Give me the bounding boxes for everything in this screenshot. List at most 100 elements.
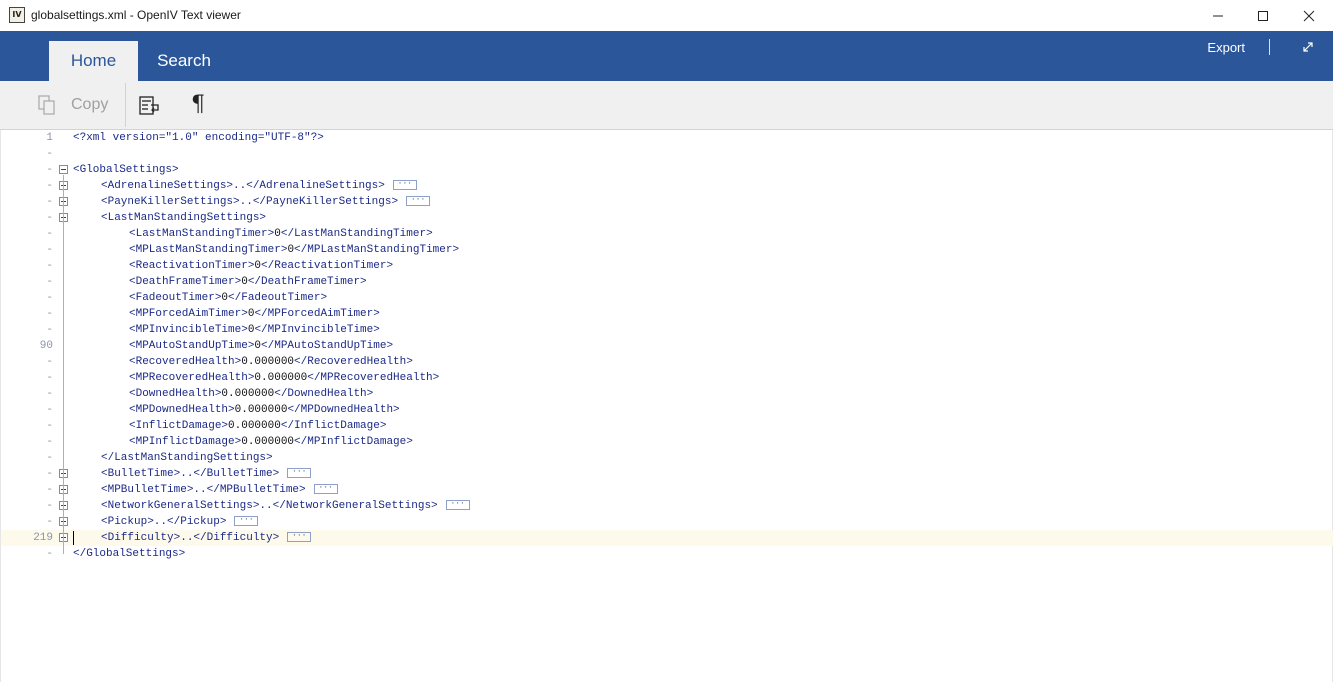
code-line[interactable]: - <LastManStandingSettings> xyxy=(1,210,1333,226)
xml-tag: </MPInflictDamage> xyxy=(294,436,413,448)
element-value: 0.000000 xyxy=(241,356,295,368)
xml-tag: <Pickup>..</Pickup> xyxy=(101,516,227,528)
code-line[interactable]: - <RecoveredHealth>0.000000</RecoveredHea… xyxy=(1,354,1333,370)
collapsed-content-marker[interactable]: ··· xyxy=(287,468,312,479)
code-line[interactable]: - <NetworkGeneralSettings>..</NetworkGene… xyxy=(1,498,1333,514)
code-line[interactable]: 219 <Difficulty>..</Difficulty> ··· xyxy=(1,530,1333,546)
xml-tag: </DeathFrameTimer> xyxy=(247,276,367,288)
xml-tag: </DownedHealth> xyxy=(274,388,374,400)
xml-tag: </MPAutoStandUpTime> xyxy=(261,340,394,352)
close-button[interactable] xyxy=(1286,0,1332,31)
code-line[interactable]: - <GlobalSettings> xyxy=(1,162,1333,178)
minimize-icon xyxy=(1213,15,1223,16)
collapsed-content-marker[interactable]: ··· xyxy=(392,180,417,191)
copy-label: Copy xyxy=(71,96,109,113)
code-line[interactable]: - <MPBulletTime>..</MPBulletTime> ··· xyxy=(1,482,1333,498)
code-text: <Pickup>..</Pickup> ··· xyxy=(101,514,259,530)
word-wrap-icon[interactable] xyxy=(137,93,161,117)
code-line[interactable]: - <ReactivationTimer>0</ReactivationTimer… xyxy=(1,258,1333,274)
show-whitespace-button[interactable]: ¶ xyxy=(187,91,209,119)
code-text: <MPRecoveredHealth>0.000000</MPRecovered… xyxy=(129,370,439,386)
code-text: <DeathFrameTimer>0</DeathFrameTimer> xyxy=(129,274,367,290)
xml-tag: <ReactivationTimer> xyxy=(129,260,255,272)
element-value: 0.000000 xyxy=(234,404,288,416)
copy-icon xyxy=(38,95,55,115)
line-number: - xyxy=(46,292,53,304)
xml-tag: <PayneKillerSettings>..</PayneKillerSett… xyxy=(101,196,399,208)
xml-tag: </MPLastManStandingTimer> xyxy=(294,244,460,256)
xml-tag: <BulletTime>..</BulletTime> xyxy=(101,468,280,480)
maximize-button[interactable] xyxy=(1240,0,1286,31)
collapsed-content-marker[interactable]: ··· xyxy=(313,484,338,495)
line-number: 1 xyxy=(46,132,53,144)
element-value: 0.000000 xyxy=(228,420,281,432)
code-line[interactable]: - </LastManStandingSettings> xyxy=(1,450,1333,466)
copy-button[interactable]: Copy xyxy=(37,92,108,118)
code-line[interactable]: - <AdrenalineSettings>..</AdrenalineSetti… xyxy=(1,178,1333,194)
tab-home[interactable]: Home xyxy=(49,41,138,81)
code-line[interactable]: - <MPRecoveredHealth>0.000000</MPRecovere… xyxy=(1,370,1333,386)
code-text: <InflictDamage>0.000000</InflictDamage> xyxy=(129,418,386,434)
code-text: <?xml version="1.0" encoding="UTF-8"?> xyxy=(73,130,324,146)
line-number: - xyxy=(46,484,53,496)
line-number: 219 xyxy=(33,532,53,544)
code-line[interactable]: 1 <?xml version="1.0" encoding="UTF-8"?> xyxy=(1,130,1333,146)
code-text: <MPDownedHealth>0.000000</MPDownedHealth… xyxy=(129,402,400,418)
code-line[interactable]: - <LastManStandingTimer>0</LastManStandin… xyxy=(1,226,1333,242)
tab-search[interactable]: Search xyxy=(145,41,223,81)
xml-tag: </InflictDamage> xyxy=(280,420,387,432)
toolbar-divider xyxy=(125,83,126,127)
code-line[interactable]: - <PayneKillerSettings>..</PayneKillerSet… xyxy=(1,194,1333,210)
collapsed-content-marker[interactable]: ··· xyxy=(406,196,431,207)
code-line[interactable]: - <MPDownedHealth>0.000000</MPDownedHealt… xyxy=(1,402,1333,418)
xml-tag: <MPAutoStandUpTime> xyxy=(129,340,255,352)
code-line[interactable]: - <MPForcedAimTimer>0</MPForcedAimTimer> xyxy=(1,306,1333,322)
xml-tag: <MPRecoveredHealth> xyxy=(129,372,255,384)
code-line[interactable]: - <BulletTime>..</BulletTime> ··· xyxy=(1,466,1333,482)
close-icon xyxy=(1303,10,1315,21)
xml-tag: </MPInvincibleTime> xyxy=(254,324,380,336)
code-line[interactable]: - </GlobalSettings> xyxy=(1,546,1333,562)
expand-icon[interactable] xyxy=(1301,40,1315,54)
xml-tag: </ReactivationTimer> xyxy=(261,260,394,272)
line-number: - xyxy=(46,516,53,528)
code-line[interactable]: 90 <MPAutoStandUpTime>0</MPAutoStandUpTim… xyxy=(1,338,1333,354)
code-line[interactable]: - <FadeoutTimer>0</FadeoutTimer> xyxy=(1,290,1333,306)
code-line[interactable]: - <DeathFrameTimer>0</DeathFrameTimer> xyxy=(1,274,1333,290)
code-line[interactable]: - <MPInvincibleTime>0</MPInvincibleTime> xyxy=(1,322,1333,338)
element-value: 0 xyxy=(241,276,248,288)
xml-tag: <LastManStandingSettings> xyxy=(101,212,267,224)
ribbon-header: Home Search Export xyxy=(0,31,1333,81)
xml-tag: <NetworkGeneralSettings>..</NetworkGener… xyxy=(101,500,438,512)
code-text: </GlobalSettings> xyxy=(73,546,185,562)
code-line[interactable]: - <Pickup>..</Pickup> ··· xyxy=(1,514,1333,530)
xml-tag: <MPLastManStandingTimer> xyxy=(129,244,288,256)
window-title: globalsettings.xml - OpenIV Text viewer xyxy=(31,8,241,22)
toolbar: Copy ¶ xyxy=(0,81,1333,130)
collapse-fold-icon[interactable] xyxy=(59,165,68,174)
xml-tag: </MPForcedAimTimer> xyxy=(254,308,380,320)
minimize-button[interactable] xyxy=(1195,0,1241,31)
collapsed-content-marker[interactable]: ··· xyxy=(445,500,470,511)
xml-tag: </MPDownedHealth> xyxy=(287,404,400,416)
collapsed-content-marker[interactable]: ··· xyxy=(287,532,312,543)
line-number: - xyxy=(46,260,53,272)
xml-tag: <InflictDamage> xyxy=(129,420,229,432)
collapsed-content-marker[interactable]: ··· xyxy=(234,516,259,527)
code-line[interactable]: - xyxy=(1,146,1333,162)
line-number: - xyxy=(46,324,53,336)
line-number: - xyxy=(46,148,53,160)
xml-tag: <FadeoutTimer> xyxy=(129,292,222,304)
line-number: - xyxy=(46,308,53,320)
code-text: <PayneKillerSettings>..</PayneKillerSett… xyxy=(101,194,431,210)
code-text: <DownedHealth>0.000000</DownedHealth> xyxy=(129,386,373,402)
code-line[interactable]: - <DownedHealth>0.000000</DownedHealth> xyxy=(1,386,1333,402)
xml-tag: </LastManStandingSettings> xyxy=(101,452,273,464)
export-button[interactable]: Export xyxy=(1207,40,1245,55)
text-editor[interactable]: 1 <?xml version="1.0" encoding="UTF-8"?> -… xyxy=(0,130,1333,682)
xml-tag: </GlobalSettings> xyxy=(73,548,186,560)
line-number: - xyxy=(46,212,53,224)
code-line[interactable]: - <MPLastManStandingTimer>0</MPLastManSta… xyxy=(1,242,1333,258)
code-line[interactable]: - <MPInflictDamage>0.000000</MPInflictDam… xyxy=(1,434,1333,450)
code-line[interactable]: - <InflictDamage>0.000000</InflictDamage> xyxy=(1,418,1333,434)
